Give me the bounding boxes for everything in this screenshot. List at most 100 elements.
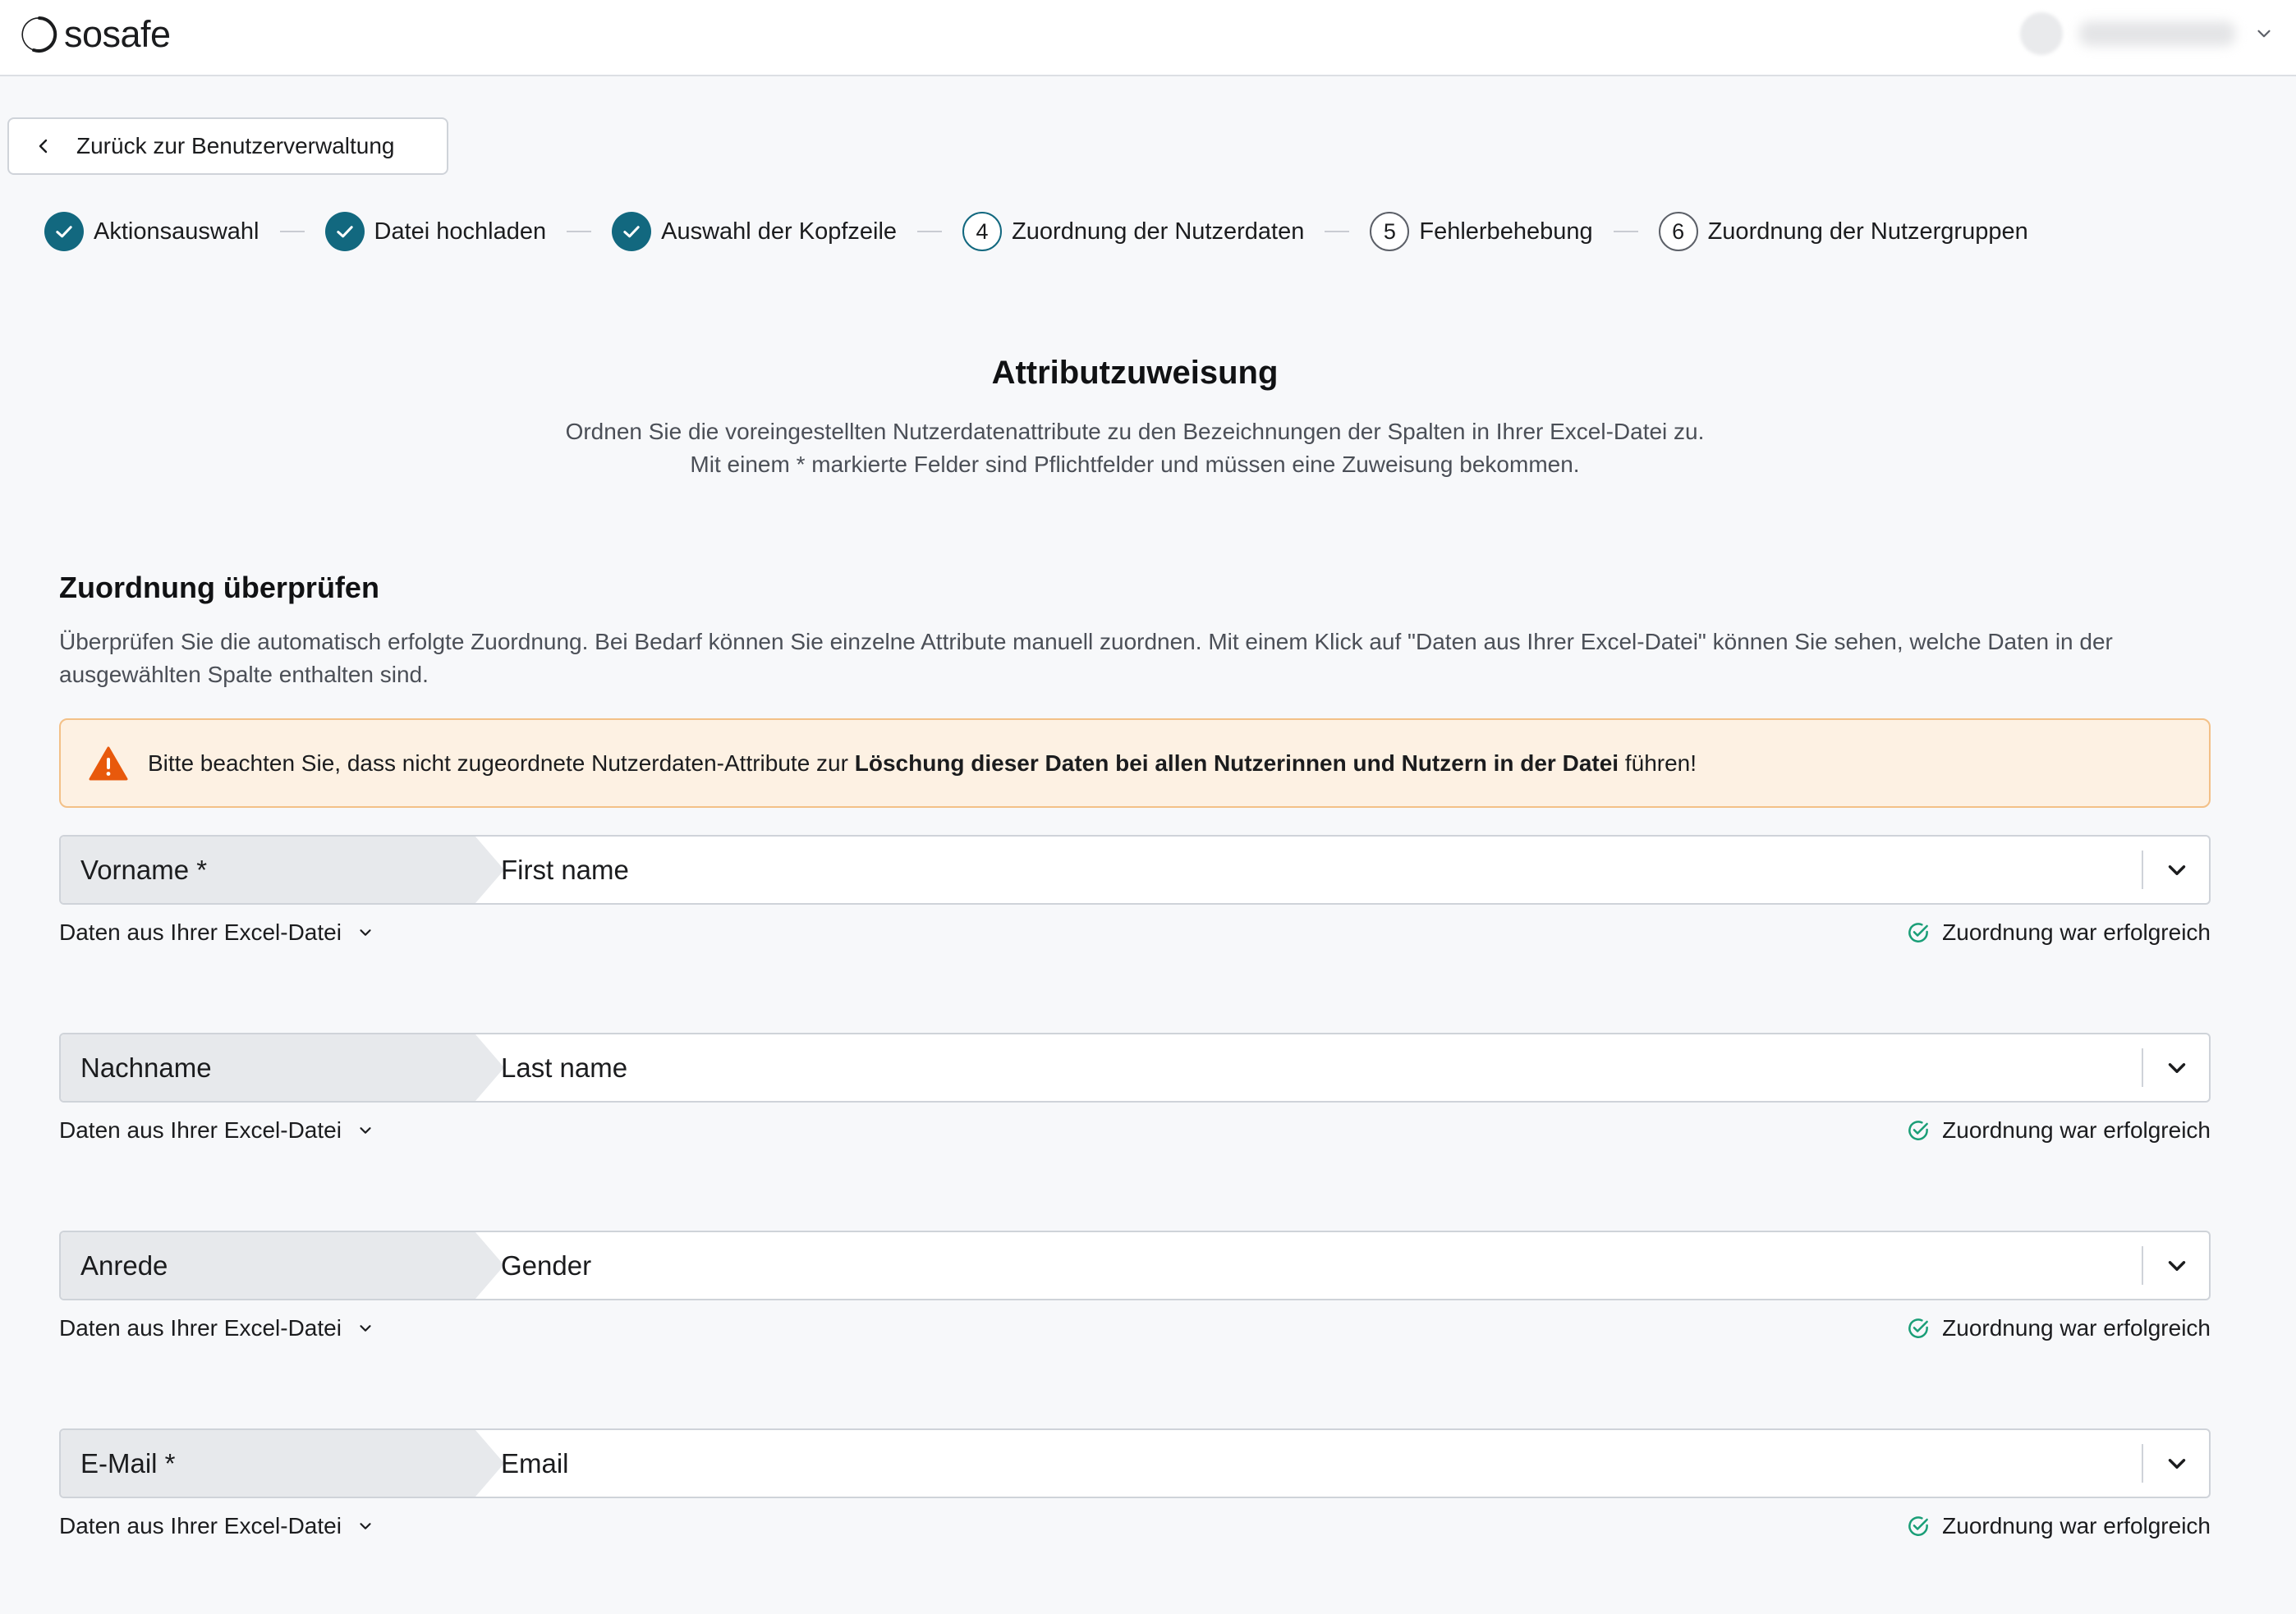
step-label: Zuordnung der Nutzerdaten	[1012, 218, 1305, 245]
excel-data-toggle[interactable]: Daten aus Ihrer Excel-Datei	[59, 1513, 374, 1539]
select-divider	[2142, 1048, 2143, 1087]
check-circle-icon	[1908, 1318, 1929, 1338]
step-done-badge	[324, 212, 365, 251]
chevron-down-icon	[360, 1325, 371, 1332]
mapping-footer: Daten aus Ihrer Excel-Datei Zuordnung wa…	[59, 1300, 2211, 1362]
attribute-label: Nachname	[61, 1034, 504, 1101]
brand-name: sosafe	[64, 13, 171, 55]
check-circle-icon	[1908, 1516, 1929, 1536]
chevron-left-icon	[39, 139, 48, 154]
user-menu[interactable]	[2020, 11, 2275, 56]
mapping-status: Zuordnung war erfolgreich	[1906, 1513, 2211, 1539]
column-select-salutation[interactable]: Anrede Gender	[59, 1231, 2211, 1300]
step-action-selection[interactable]: Aktionsauswahl	[44, 212, 259, 251]
step-separator	[917, 231, 943, 232]
excel-data-toggle[interactable]: Daten aus Ihrer Excel-Datei	[59, 1117, 374, 1144]
selected-column: First name	[501, 854, 629, 885]
step-label: Datei hochladen	[374, 218, 547, 245]
selected-column: Gender	[501, 1249, 592, 1281]
chevron-down-icon	[360, 1127, 371, 1134]
attribute-label: E-Mail *	[61, 1430, 504, 1497]
chevron-down-icon[interactable]	[2163, 1054, 2191, 1082]
check-circle-icon	[1908, 923, 1929, 942]
logo-mark-icon	[21, 16, 57, 53]
chevron-down-icon	[2257, 30, 2271, 38]
mapping-row-salutation: Anrede Gender Daten aus Ihrer Excel-Date…	[59, 1231, 2211, 1362]
warning-text-bold: Löschung dieser Daten bei allen Nutzerin…	[854, 750, 1619, 776]
mapping-status: Zuordnung war erfolgreich	[1906, 919, 2211, 946]
chevron-down-icon[interactable]	[2163, 1252, 2191, 1280]
step-number: 5	[1370, 212, 1410, 251]
chevron-down-icon	[360, 1523, 371, 1529]
avatar	[2020, 12, 2063, 55]
excel-data-toggle-label: Daten aus Ihrer Excel-Datei	[59, 1315, 342, 1341]
mapping-status: Zuordnung war erfolgreich	[1906, 1117, 2211, 1144]
intro-line-2: Mit einem * markierte Felder sind Pflich…	[690, 452, 1580, 477]
step-label: Auswahl der Kopfzeile	[661, 218, 898, 245]
excel-data-toggle-label: Daten aus Ihrer Excel-Datei	[59, 1117, 342, 1143]
excel-data-toggle-label: Daten aus Ihrer Excel-Datei	[59, 919, 342, 945]
mapping-status: Zuordnung war erfolgreich	[1906, 1315, 2211, 1341]
step-label: Aktionsauswahl	[94, 218, 259, 245]
chevron-down-icon	[360, 929, 371, 936]
step-label: Zuordnung der Nutzergruppen	[1707, 218, 2028, 245]
wizard-stepper: Aktionsauswahl Datei hochladen Auswahl d…	[44, 210, 2028, 253]
mapping-status-text: Zuordnung war erfolgreich	[1942, 1513, 2211, 1538]
step-separator	[279, 231, 305, 232]
step-number: 6	[1658, 212, 1698, 251]
excel-data-toggle[interactable]: Daten aus Ihrer Excel-Datei	[59, 919, 374, 946]
excel-data-toggle-label: Daten aus Ihrer Excel-Datei	[59, 1513, 342, 1538]
step-upload-file[interactable]: Datei hochladen	[324, 212, 547, 251]
page-title: Attributzuweisung	[991, 355, 1279, 391]
step-separator	[567, 231, 592, 232]
column-select-last-name[interactable]: Nachname Last name	[59, 1033, 2211, 1103]
step-label: Fehlerbehebung	[1419, 218, 1593, 245]
column-select-email[interactable]: E-Mail * Email	[59, 1428, 2211, 1498]
step-user-group-mapping[interactable]: 6 Zuordnung der Nutzergruppen	[1658, 212, 2028, 251]
back-to-user-management-button[interactable]: Zurück zur Benutzerverwaltung	[7, 117, 448, 175]
section-title: Zuordnung überprüfen	[59, 571, 379, 604]
check-icon	[623, 226, 640, 238]
attribute-label: Vorname *	[61, 837, 504, 903]
step-done-badge	[612, 212, 652, 251]
mapping-footer: Daten aus Ihrer Excel-Datei Zuordnung wa…	[59, 1498, 2211, 1560]
select-divider	[2142, 1246, 2143, 1285]
mapping-row-first-name: Vorname * First name Daten aus Ihrer Exc…	[59, 835, 2211, 966]
selected-column: Last name	[501, 1052, 628, 1083]
sosafe-logo[interactable]: sosafe	[18, 10, 171, 59]
mapping-row-email: E-Mail * Email Daten aus Ihrer Excel-Dat…	[59, 1428, 2211, 1560]
warning-text: Bitte beachten Sie, dass nicht zugeordne…	[148, 750, 1697, 777]
excel-data-toggle[interactable]: Daten aus Ihrer Excel-Datei	[59, 1315, 374, 1341]
attribute-label: Anrede	[61, 1232, 504, 1299]
step-user-data-mapping[interactable]: 4 Zuordnung der Nutzerdaten	[962, 212, 1304, 251]
mapping-status-text: Zuordnung war erfolgreich	[1942, 1315, 2211, 1341]
select-divider	[2142, 851, 2143, 889]
intro-line-1: Ordnen Sie die voreingestellten Nutzerda…	[565, 419, 1705, 444]
user-name	[2079, 21, 2235, 46]
mapping-status-text: Zuordnung war erfolgreich	[1942, 919, 2211, 945]
page-intro: Ordnen Sie die voreingestellten Nutzerda…	[560, 415, 1710, 481]
select-divider	[2142, 1444, 2143, 1483]
chevron-down-icon[interactable]	[2163, 1450, 2191, 1478]
step-separator	[1613, 231, 1638, 232]
check-circle-icon	[1908, 1121, 1929, 1140]
step-number: 4	[962, 212, 1003, 251]
check-icon	[336, 226, 353, 238]
mapping-status-text: Zuordnung war erfolgreich	[1942, 1117, 2211, 1143]
warning-banner: Bitte beachten Sie, dass nicht zugeordne…	[59, 718, 2211, 808]
warning-text-suffix: führen!	[1619, 750, 1697, 776]
top-bar: sosafe	[0, 0, 2296, 76]
step-done-badge	[44, 212, 84, 251]
check-icon	[56, 226, 72, 238]
mapping-row-last-name: Nachname Last name Daten aus Ihrer Excel…	[59, 1033, 2211, 1164]
section-description: Überprüfen Sie die automatisch erfolgte …	[59, 629, 2113, 687]
warning-icon	[89, 746, 128, 780]
selected-column: Email	[501, 1447, 569, 1479]
step-header-selection[interactable]: Auswahl der Kopfzeile	[612, 212, 897, 251]
column-select-first-name[interactable]: Vorname * First name	[59, 835, 2211, 905]
step-separator	[1325, 231, 1350, 232]
back-button-label: Zurück zur Benutzerverwaltung	[76, 133, 395, 158]
step-error-resolution[interactable]: 5 Fehlerbehebung	[1370, 212, 1593, 251]
chevron-down-icon[interactable]	[2163, 856, 2191, 884]
mapping-footer: Daten aus Ihrer Excel-Datei Zuordnung wa…	[59, 905, 2211, 966]
